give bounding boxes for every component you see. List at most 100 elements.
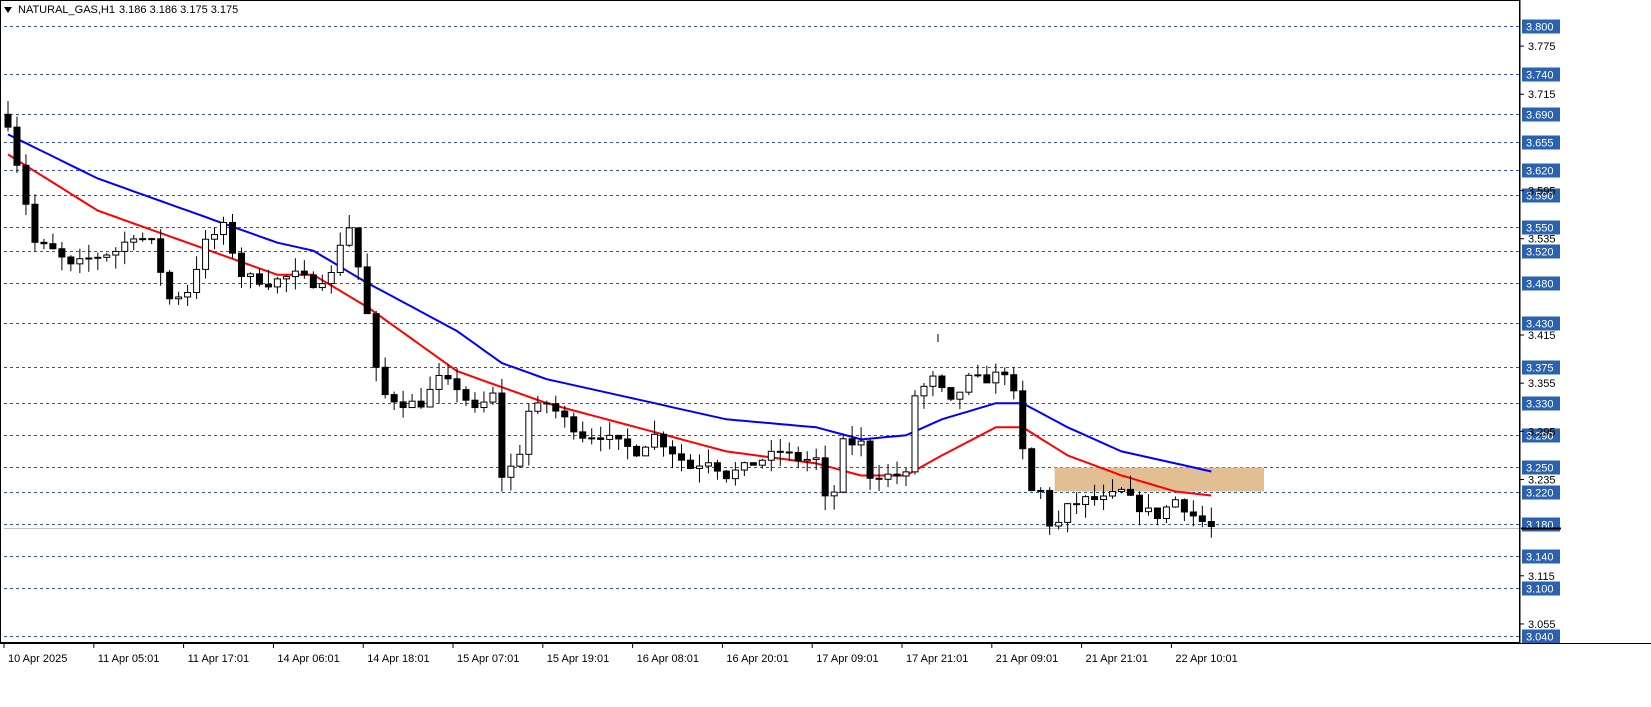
bear-candle [983, 374, 991, 384]
bull-candle [130, 238, 138, 243]
bull-candle [1100, 495, 1108, 501]
price-axis: 3.8003.7403.6903.6553.6203.5903.5503.520… [0, 0, 1561, 644]
bear-candle [309, 274, 317, 289]
level-label: 3.480 [1526, 279, 1554, 291]
price-chart[interactable]: 3.8003.7403.6903.6553.6203.5903.5503.520… [0, 0, 1651, 707]
bull-candle [803, 458, 811, 462]
bull-candle [184, 291, 192, 298]
bull-candle [758, 459, 766, 466]
bear-candle [669, 446, 677, 455]
x-tick-label: 17 Apr 21:01 [906, 653, 968, 665]
bear-candle [561, 410, 569, 418]
bear-candle [264, 283, 272, 288]
level-label: 3.740 [1526, 70, 1554, 82]
bull-candle [920, 385, 928, 397]
bear-candle [4, 113, 12, 128]
bear-candle [1073, 503, 1081, 506]
level-label: 3.220 [1526, 488, 1554, 500]
bull-candle [812, 457, 820, 460]
bear-candle [1207, 521, 1215, 528]
bear-candle [1189, 511, 1197, 517]
bull-candle [767, 450, 775, 461]
level-label: 3.100 [1526, 584, 1554, 596]
bear-candle [471, 399, 479, 409]
bull-candle [1055, 521, 1063, 527]
x-tick-label: 16 Apr 20:01 [726, 653, 788, 665]
bear-candle [462, 389, 470, 401]
y-tick-label: 3.715 [1528, 89, 1556, 101]
bull-candle [220, 221, 228, 236]
bear-candle [31, 203, 39, 243]
bear-candle [1091, 496, 1099, 501]
bull-candle [651, 433, 659, 448]
x-tick-label: 16 Apr 08:01 [637, 653, 699, 665]
level-label: 3.690 [1526, 110, 1554, 122]
bear-candle [552, 403, 560, 412]
bull-candle [642, 446, 650, 457]
bear-candle [615, 434, 623, 440]
time-axis: 10 Apr 2025 11 Apr 05:01 11 Apr 17:01 14 Ap… [0, 643, 1651, 665]
bull-candle [94, 256, 102, 259]
bull-candle [534, 402, 542, 412]
zone-rect [1054, 467, 1264, 492]
chart-header: NATURAL_GAS,H1 3.186 3.186 3.175 3.175 [4, 4, 238, 16]
bear-candle [399, 401, 407, 409]
bear-candle [1019, 390, 1027, 450]
bear-candle [875, 477, 883, 480]
bull-candle [246, 273, 254, 277]
bear-candle [40, 241, 48, 245]
bear-candle [1135, 494, 1143, 513]
bull-candle [345, 227, 353, 246]
x-tick-label: 14 Apr 18:01 [367, 653, 429, 665]
bear-candle [498, 392, 506, 478]
bull-candle [336, 244, 344, 274]
bear-candle [166, 271, 174, 300]
bear-candle [624, 438, 632, 447]
level-label: 3.520 [1526, 247, 1554, 259]
bull-candle [974, 374, 982, 377]
bull-candle [992, 371, 1000, 384]
level-label: 3.620 [1526, 166, 1554, 178]
bull-candle [318, 283, 326, 289]
supply-zone [1054, 467, 1264, 492]
level-label: 3.375 [1526, 363, 1554, 375]
bear-candle [713, 462, 721, 472]
bull-candle [830, 491, 838, 497]
bull-candle [1109, 491, 1117, 497]
chevron-down-icon[interactable] [4, 7, 12, 13]
bear-candle [148, 238, 156, 241]
bear-candle [1153, 507, 1161, 520]
bull-candle [175, 296, 183, 300]
bear-candle [372, 313, 380, 368]
bear-candle [67, 256, 75, 265]
bear-candle [58, 248, 66, 258]
bull-candle [211, 234, 219, 240]
bull-candle [902, 471, 910, 477]
bull-candle [507, 465, 515, 478]
x-tick-label: 22 Apr 10:01 [1175, 653, 1237, 665]
bull-candle [282, 276, 290, 280]
bear-candle [579, 431, 587, 439]
bull-candle [121, 241, 129, 252]
bear-candle [794, 452, 802, 462]
bear-candle [678, 453, 685, 461]
bull-candle [139, 238, 147, 241]
bear-candle [237, 252, 245, 277]
bull-candle [489, 392, 497, 403]
bull-candle [731, 469, 739, 480]
bear-candle [1198, 515, 1206, 523]
bull-candle [929, 375, 937, 387]
bull-candle [1037, 489, 1045, 492]
bear-candle [13, 126, 21, 166]
bull-candle [85, 257, 93, 260]
y-tick-label: 3.115 [1528, 571, 1555, 583]
level-label: 3.550 [1526, 223, 1554, 235]
bear-candle [633, 445, 641, 457]
bull-candle [76, 258, 84, 265]
level-label: 3.430 [1526, 319, 1554, 331]
bear-candle [1010, 374, 1018, 392]
y-tick-label: 3.235 [1528, 474, 1556, 486]
bear-candle [1127, 488, 1134, 496]
symbol-label: NATURAL_GAS,H1 [18, 4, 115, 16]
x-tick-label: 17 Apr 09:01 [816, 653, 878, 665]
